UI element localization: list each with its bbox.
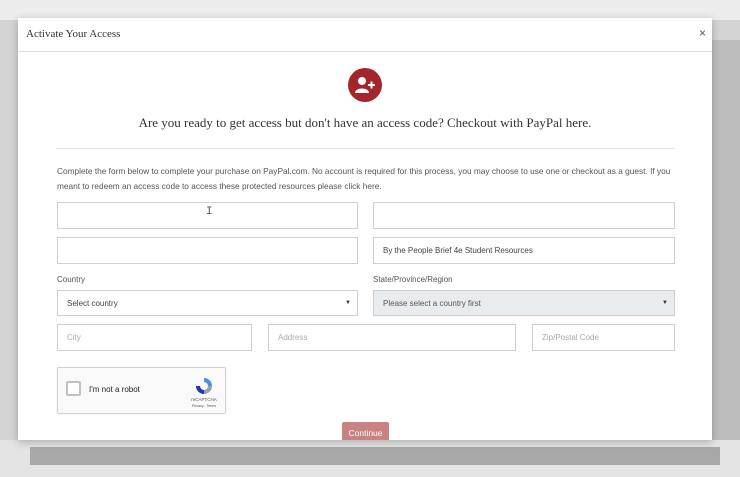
text-cursor: I	[206, 206, 213, 218]
backdrop-band	[30, 447, 720, 465]
product-value: By the People Brief 4e Student Resources	[383, 246, 533, 255]
city-field[interactable]: City	[57, 324, 252, 351]
state-label: State/Province/Region	[373, 275, 453, 284]
country-select[interactable]: Select country ▼	[57, 290, 358, 316]
backdrop-top	[0, 0, 740, 20]
recaptcha-checkbox[interactable]	[66, 381, 81, 396]
continue-button[interactable]: Continue	[342, 422, 389, 440]
state-select-value: Please select a country first	[383, 298, 481, 308]
last-name-field[interactable]	[373, 202, 675, 229]
country-select-value: Select country	[67, 298, 118, 308]
email-field[interactable]	[57, 237, 358, 264]
recaptcha-links[interactable]: Privacy - Terms	[184, 404, 224, 408]
zip-placeholder: Zip/Postal Code	[542, 333, 599, 342]
close-button[interactable]: ×	[699, 26, 706, 40]
state-select[interactable]: Please select a country first ▼	[373, 290, 675, 316]
address-field[interactable]: Address	[268, 324, 516, 351]
activate-access-modal: Activate Your Access × Are you ready to …	[18, 18, 712, 440]
recaptcha-brand: reCAPTCHA	[191, 397, 217, 402]
chevron-down-icon: ▼	[345, 300, 351, 306]
modal-header: Activate Your Access ×	[18, 18, 712, 52]
modal-title: Activate Your Access	[26, 28, 121, 40]
user-plus-icon	[348, 68, 382, 102]
address-placeholder: Address	[278, 333, 308, 342]
backdrop-right	[712, 40, 740, 440]
zip-field[interactable]: Zip/Postal Code	[532, 324, 675, 351]
page-headline: Are you ready to get access but don't ha…	[138, 115, 592, 130]
chevron-down-icon: ▼	[662, 300, 668, 306]
recaptcha-widget: I'm not a robot reCAPTCHA Privacy - Term…	[57, 367, 226, 414]
form-instructions: Complete the form below to complete your…	[57, 166, 671, 191]
country-label: Country	[57, 275, 86, 284]
recaptcha-label: I'm not a robot	[89, 385, 140, 394]
product-field[interactable]: By the People Brief 4e Student Resources	[373, 237, 675, 264]
divider	[56, 148, 674, 149]
city-placeholder: City	[67, 333, 81, 342]
